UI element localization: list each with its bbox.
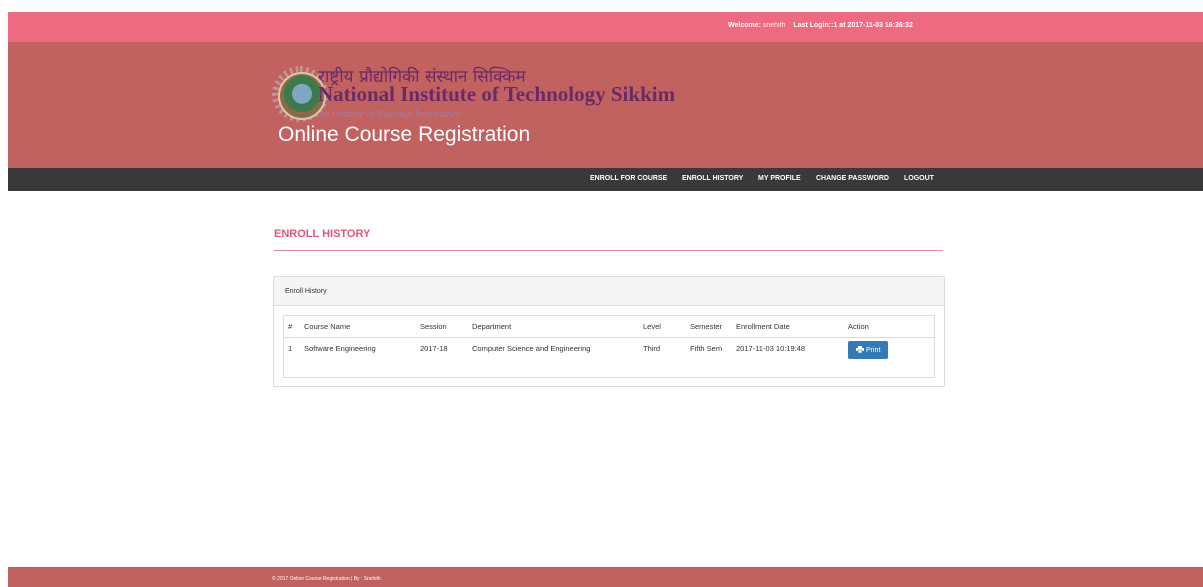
col-header-session: Session (416, 316, 468, 338)
main-nav: ENROLL FOR COURSE ENROLL HISTORY MY PROF… (8, 168, 1203, 191)
site-header: राष्ट्रीय प्रौद्योगिकी संस्थान सिक्किम N… (8, 42, 1203, 168)
nav-enroll-history[interactable]: ENROLL HISTORY (682, 175, 743, 182)
nav-change-password[interactable]: CHANGE PASSWORD (816, 175, 889, 182)
page-title: ENROLL HISTORY (274, 228, 371, 240)
cell-action: Print (844, 338, 934, 366)
cell-enrollment-date: 2017-11-03 10:19:48 (736, 344, 806, 353)
cell-course-name: Software Engineering (304, 344, 376, 353)
enroll-history-panel: Enroll History # Course Name Session Dep… (273, 276, 945, 387)
site-footer: © 2017 Online Course Registration | By :… (8, 567, 1203, 587)
institute-name-english: National Institute of Technology Sikkim (318, 82, 676, 106)
welcome-prefix: Welcome: (728, 22, 763, 29)
col-header-course-name: Course Name (300, 316, 416, 338)
title-divider (274, 250, 943, 251)
enroll-history-table-wrapper: # Course Name Session Department Level S… (283, 315, 935, 378)
print-button-label: Print (866, 347, 881, 354)
table-row: 1 Software Engineering 2017-18 Computer … (284, 338, 934, 366)
nav-enroll-for-course[interactable]: ENROLL FOR COURSE (590, 175, 667, 182)
cell-session: 2017-18 (420, 344, 448, 353)
cell-num: 1 (288, 344, 293, 353)
footer-text: © 2017 Online Course Registration | By :… (272, 576, 381, 582)
enroll-history-table: # Course Name Session Department Level S… (284, 316, 934, 365)
col-header-level: Level (639, 316, 686, 338)
last-login: Last Login::1 at 2017-11-03 16:36:32 (793, 22, 913, 29)
username: snehith (762, 22, 786, 29)
welcome-text: Welcome: snehith Last Login::1 at 2017-1… (728, 22, 913, 29)
cell-department: Computer Science and Engineering (472, 344, 591, 353)
nav-logout[interactable]: LOGOUT (904, 175, 934, 182)
table-header-row: # Course Name Session Department Level S… (284, 316, 934, 338)
cell-semester: Fifth Sem (690, 344, 723, 353)
cell-level: Third (643, 344, 661, 353)
print-button[interactable]: Print (848, 341, 889, 359)
panel-title: Enroll History (274, 277, 944, 306)
institute-tagline: An Institute of National Importance (318, 109, 461, 120)
col-header-department: Department (468, 316, 639, 338)
col-header-semester: Semester (686, 316, 732, 338)
col-header-num: # (284, 316, 300, 338)
col-header-enrollment-date: Enrollment Date (732, 316, 844, 338)
app-title: Online Course Registration (278, 123, 531, 146)
top-bar: Welcome: snehith Last Login::1 at 2017-1… (8, 12, 1203, 42)
col-header-action: Action (844, 316, 934, 338)
print-icon (856, 346, 864, 354)
nav-my-profile[interactable]: MY PROFILE (758, 175, 801, 182)
